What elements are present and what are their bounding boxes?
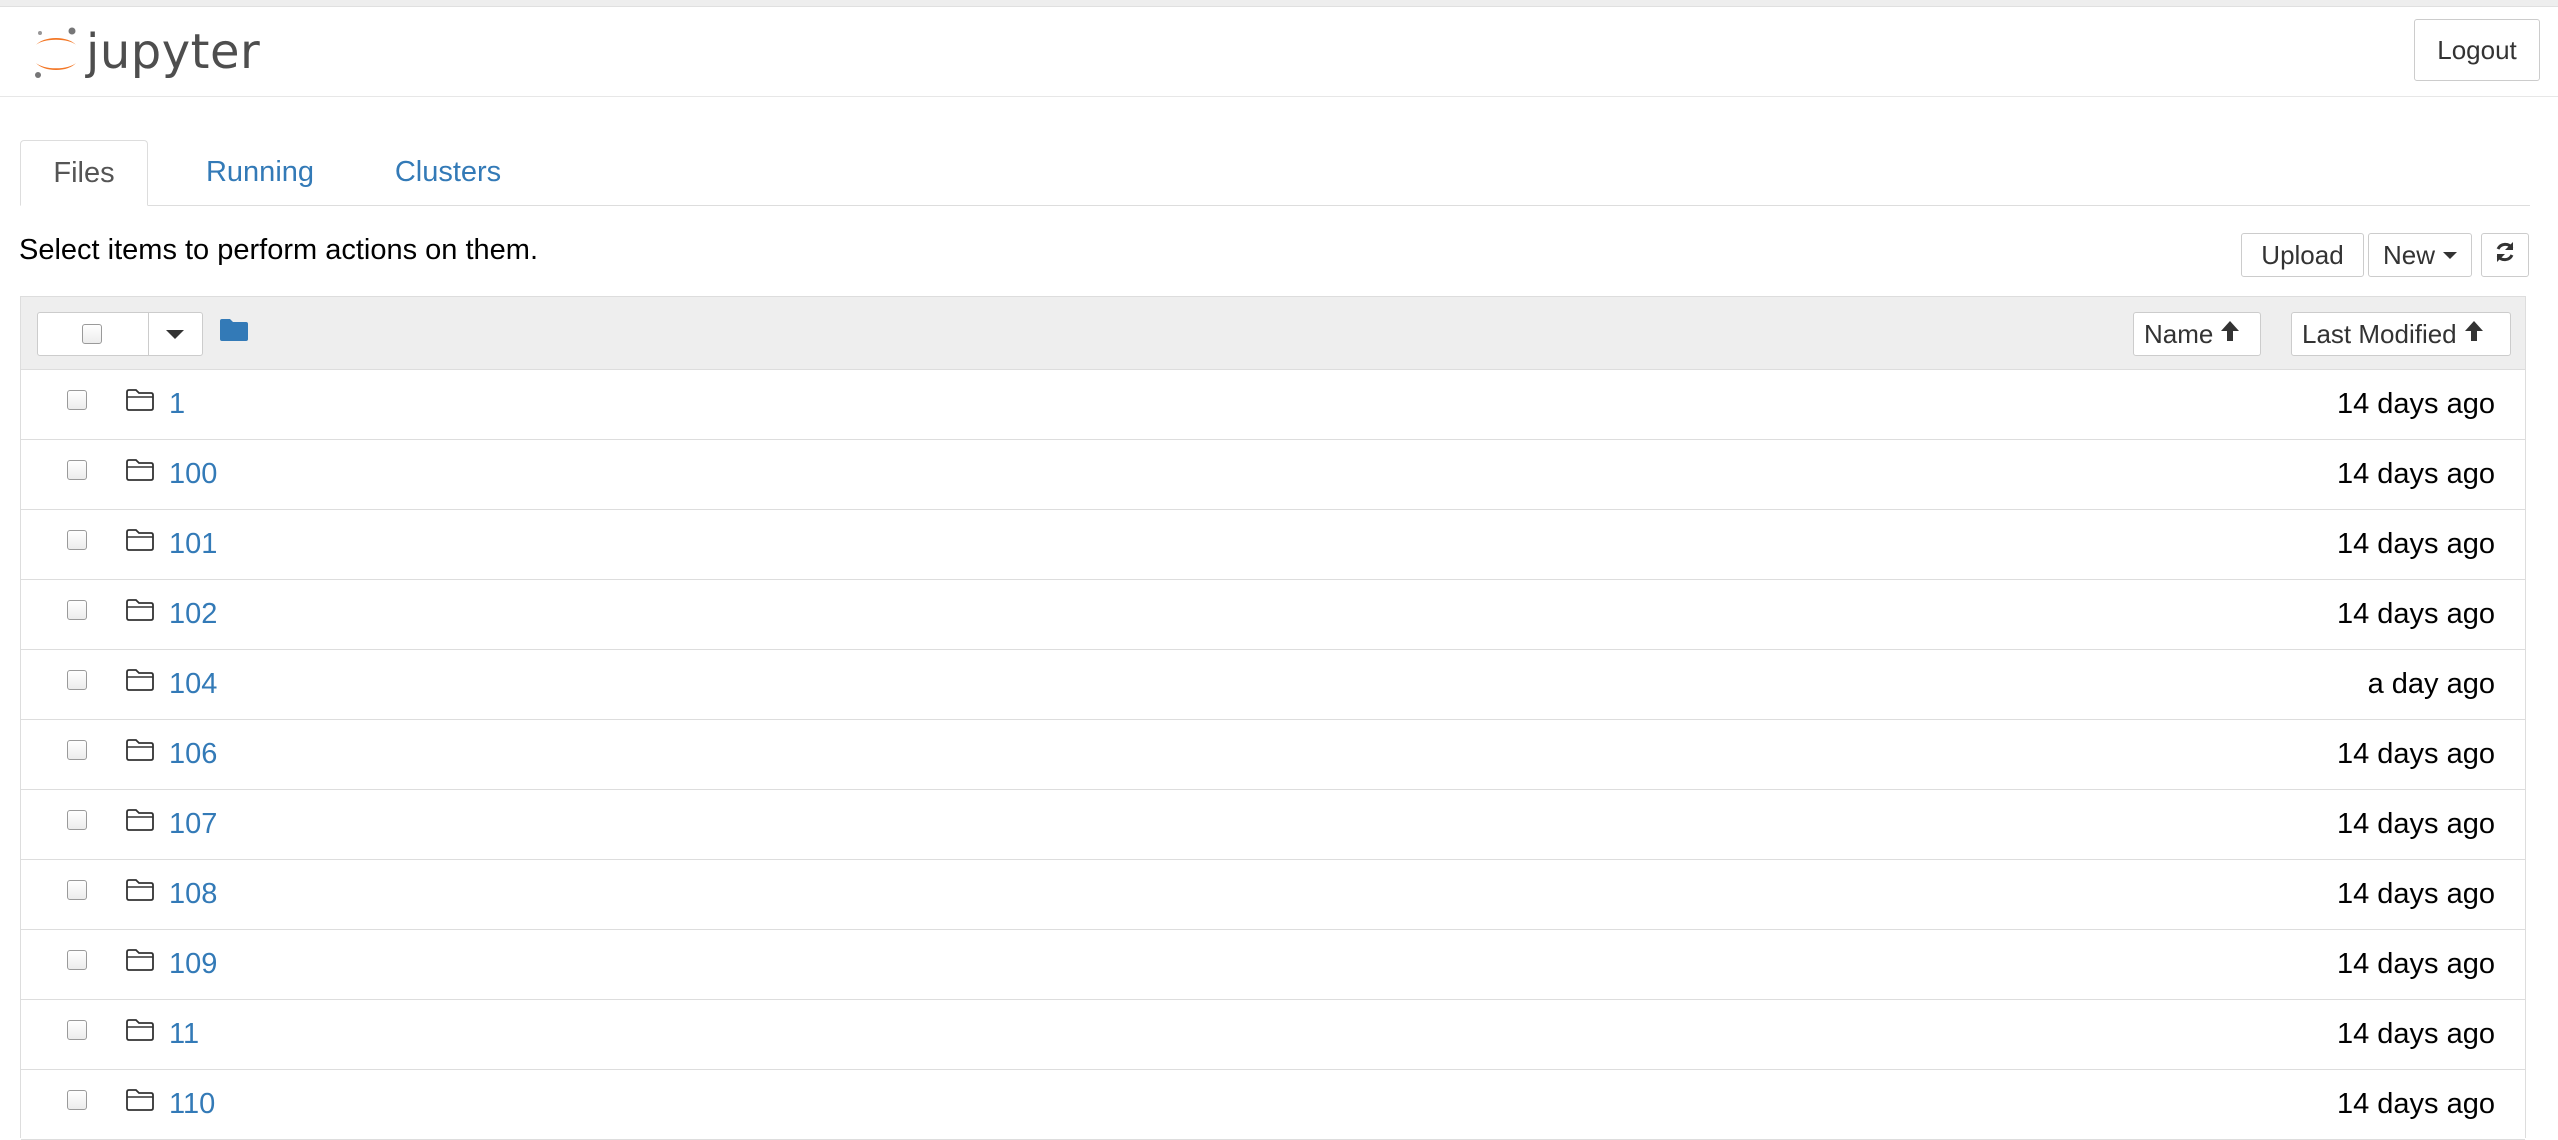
refresh-icon (2493, 240, 2517, 271)
caret-down-icon[interactable] (166, 330, 184, 339)
row-checkbox[interactable] (67, 880, 87, 900)
refresh-button[interactable] (2481, 233, 2529, 277)
jupyter-logo[interactable]: jupyter (30, 21, 260, 83)
item-name-link[interactable]: 1 (169, 388, 185, 421)
upload-button[interactable]: Upload (2241, 233, 2364, 277)
folder-outline-icon (125, 387, 155, 418)
tab-clusters[interactable]: Clusters (354, 140, 542, 205)
file-row[interactable]: 1 14 days ago (21, 370, 2525, 440)
select-all-checkbox[interactable] (82, 324, 102, 344)
file-row[interactable]: 100 14 days ago (21, 440, 2525, 510)
row-checkbox[interactable] (67, 390, 87, 410)
item-name-link[interactable]: 110 (169, 1088, 215, 1121)
chevron-down-icon (2443, 251, 2457, 259)
file-row[interactable]: 109 14 days ago (21, 930, 2525, 1000)
last-modified-sort-label: Last Modified (2302, 318, 2457, 349)
top-strip (0, 0, 2558, 7)
file-row[interactable]: 108 14 days ago (21, 860, 2525, 930)
item-modified: 14 days ago (2336, 808, 2495, 840)
item-name-link[interactable]: 106 (169, 738, 217, 771)
row-checkbox[interactable] (67, 810, 87, 830)
item-modified: 14 days ago (2336, 458, 2495, 490)
item-modified: a day ago (2367, 668, 2495, 700)
item-modified: 14 days ago (2336, 1018, 2495, 1050)
item-name-link[interactable]: 11 (169, 1018, 199, 1051)
instructions-text: Select items to perform actions on them. (19, 234, 538, 266)
tab-files[interactable]: Files (20, 140, 148, 206)
item-name-link[interactable]: 100 (169, 458, 217, 491)
item-modified: 14 days ago (2336, 878, 2495, 910)
name-sort-label: Name (2144, 318, 2214, 349)
item-name-link[interactable]: 109 (169, 948, 217, 981)
row-checkbox[interactable] (67, 530, 87, 550)
folder-outline-icon (125, 877, 155, 908)
item-name-link[interactable]: 108 (169, 878, 217, 911)
file-row[interactable]: 102 14 days ago (21, 580, 2525, 650)
new-label: New (2382, 239, 2435, 270)
sort-by-modified-button[interactable]: Last Modified (2291, 312, 2511, 356)
item-name-link[interactable]: 102 (169, 598, 217, 631)
folder-outline-icon (125, 527, 155, 558)
file-row[interactable]: 101 14 days ago (21, 510, 2525, 580)
item-name-link[interactable]: 101 (169, 528, 217, 561)
file-row[interactable]: 106 14 days ago (21, 720, 2525, 790)
row-checkbox[interactable] (67, 740, 87, 760)
item-modified: 14 days ago (2336, 1088, 2495, 1120)
row-checkbox[interactable] (67, 950, 87, 970)
select-all-control[interactable] (37, 312, 203, 356)
tab-running[interactable]: Running (166, 140, 354, 205)
folder-outline-icon (125, 947, 155, 978)
item-modified: 14 days ago (2336, 598, 2495, 630)
row-checkbox[interactable] (67, 670, 87, 690)
logout-button[interactable]: Logout (2414, 19, 2540, 81)
new-dropdown-button[interactable]: New (2368, 233, 2472, 277)
folder-outline-icon (125, 737, 155, 768)
file-row[interactable]: 11 14 days ago (21, 1000, 2525, 1070)
folder-outline-icon (125, 597, 155, 628)
row-checkbox[interactable] (67, 600, 87, 620)
file-row[interactable]: 104 a day ago (21, 650, 2525, 720)
jupyter-logo-icon (30, 21, 82, 83)
file-list: Name Last Modified 1 14 days ago 100 14 day… (20, 296, 2526, 1140)
item-name-link[interactable]: 107 (169, 808, 217, 841)
folder-outline-icon (125, 1087, 155, 1118)
item-modified: 14 days ago (2336, 948, 2495, 980)
item-modified: 14 days ago (2336, 738, 2495, 770)
arrow-up-icon (2219, 319, 2241, 350)
file-row[interactable]: 107 14 days ago (21, 790, 2525, 860)
header: jupyter Logout (0, 7, 2558, 97)
file-list-header: Name Last Modified (21, 297, 2525, 370)
folder-outline-icon (125, 457, 155, 488)
arrow-up-icon (2463, 319, 2485, 350)
tab-bar: Files Running Clusters (20, 140, 2530, 206)
logo-text: jupyter (86, 24, 261, 80)
item-name-link[interactable]: 104 (169, 668, 217, 701)
sort-by-name-button[interactable]: Name (2133, 312, 2261, 356)
row-checkbox[interactable] (67, 460, 87, 480)
file-row[interactable]: 110 14 days ago (21, 1070, 2525, 1140)
select-all-checkbox-wrap[interactable] (38, 313, 149, 355)
folder-outline-icon (125, 667, 155, 698)
item-modified: 14 days ago (2336, 388, 2495, 420)
item-modified: 14 days ago (2336, 528, 2495, 560)
row-checkbox[interactable] (67, 1020, 87, 1040)
row-checkbox[interactable] (67, 1090, 87, 1110)
folder-icon[interactable] (219, 317, 249, 348)
folder-outline-icon (125, 807, 155, 838)
folder-outline-icon (125, 1017, 155, 1048)
